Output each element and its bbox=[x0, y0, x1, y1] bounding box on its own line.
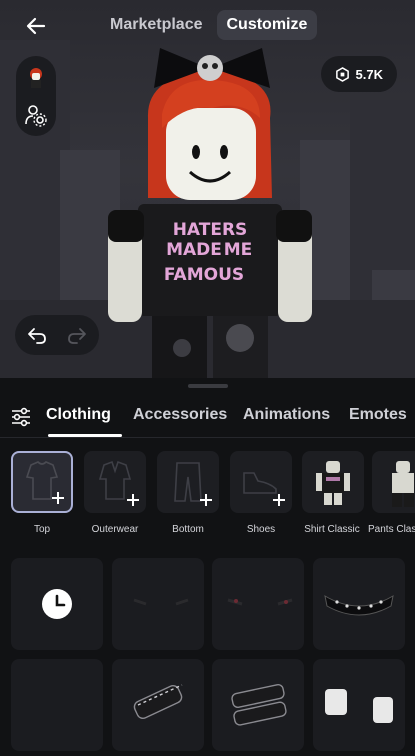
redo-button[interactable] bbox=[65, 323, 89, 347]
robux-balance: 5.7K bbox=[355, 66, 383, 82]
subcategory-top[interactable] bbox=[11, 451, 73, 513]
subcategory-label: Outerwear bbox=[91, 524, 139, 535]
avatar-thumbnail-button[interactable] bbox=[24, 66, 48, 90]
subcategory-label: Bottom bbox=[172, 524, 204, 535]
category-tab-bar: Clothing Accessories Animations Emotes bbox=[0, 404, 415, 434]
shirt-text-line: HATERS bbox=[173, 220, 248, 240]
add-icon bbox=[127, 494, 139, 506]
category-tab-clothing[interactable]: Clothing bbox=[46, 406, 111, 424]
avatar-left-sleeve bbox=[108, 210, 144, 242]
drag-handle[interactable] bbox=[188, 384, 228, 388]
subcategory-label: Shoes bbox=[246, 524, 276, 535]
recent-items-card[interactable] bbox=[11, 558, 103, 650]
avatar-settings-icon bbox=[25, 105, 47, 127]
undo-button[interactable] bbox=[25, 323, 49, 347]
add-icon bbox=[273, 494, 285, 506]
robux-balance-button[interactable]: 5.7K bbox=[320, 56, 397, 92]
subcategory-bottom[interactable] bbox=[157, 451, 219, 513]
item-card[interactable] bbox=[313, 659, 405, 751]
tab-customize[interactable]: Customize bbox=[216, 10, 318, 40]
avatar-skull-eye bbox=[202, 63, 208, 69]
item-thumbnail bbox=[231, 683, 287, 726]
avatar-preview-scene[interactable]: HATERS MADE ME FAMOUS Marketplace Custom… bbox=[0, 0, 415, 378]
subcategory-shoes[interactable] bbox=[230, 451, 292, 513]
clock-icon bbox=[42, 589, 72, 619]
category-tab-animations[interactable]: Animations bbox=[243, 406, 330, 424]
top-tab-bar: Marketplace Customize bbox=[100, 10, 318, 40]
category-tab-accessories[interactable]: Accessories bbox=[133, 406, 227, 424]
subcategory-label: Pants Classic bbox=[368, 524, 415, 535]
undo-icon bbox=[28, 328, 46, 344]
avatar-figure: HATERS MADE ME FAMOUS bbox=[108, 48, 312, 378]
item-thumbnail bbox=[133, 684, 183, 720]
avatar-settings-button[interactable] bbox=[24, 104, 48, 128]
subcategory-outerwear[interactable] bbox=[84, 451, 146, 513]
avatar-skull-eye bbox=[212, 63, 218, 69]
item-card[interactable] bbox=[112, 659, 204, 751]
tab-marketplace[interactable]: Marketplace bbox=[100, 10, 213, 40]
item-card[interactable] bbox=[112, 558, 204, 650]
customize-panel: Clothing Accessories Animations Emotes T… bbox=[0, 378, 415, 751]
add-icon bbox=[200, 494, 212, 506]
item-card[interactable] bbox=[212, 558, 304, 650]
avatar-eye bbox=[220, 145, 228, 159]
back-button[interactable] bbox=[22, 12, 50, 40]
shirt-text-line: MADE bbox=[166, 240, 222, 260]
category-tab-emotes[interactable]: Emotes bbox=[349, 406, 407, 424]
back-arrow-icon bbox=[26, 17, 46, 35]
subcategory-pants-classic[interactable] bbox=[372, 451, 415, 513]
add-icon bbox=[52, 492, 64, 504]
item-card[interactable] bbox=[11, 659, 103, 751]
avatar-side-menu bbox=[16, 56, 56, 136]
undo-redo-controls bbox=[15, 315, 99, 355]
item-card[interactable] bbox=[212, 659, 304, 751]
item-thumbnail bbox=[133, 598, 189, 606]
item-thumbnail bbox=[324, 595, 394, 616]
classic-pants-thumbnail bbox=[392, 461, 414, 507]
robux-icon bbox=[335, 66, 349, 82]
divider bbox=[0, 437, 415, 438]
pants-pattern bbox=[226, 324, 254, 352]
item-card[interactable] bbox=[313, 558, 405, 650]
item-thumbnail bbox=[227, 598, 293, 606]
avatar-eye bbox=[192, 145, 200, 159]
classic-shirt-thumbnail bbox=[316, 461, 350, 505]
filter-sliders-icon[interactable] bbox=[10, 406, 32, 428]
subcategory-label: Top bbox=[33, 524, 51, 535]
pants-pattern bbox=[173, 339, 191, 357]
avatar-right-sleeve bbox=[276, 210, 312, 242]
avatar-thumbnail-icon bbox=[30, 68, 42, 88]
subcategory-label: Shirt Classic bbox=[304, 524, 360, 535]
shirt-text-line: FAMOUS bbox=[164, 265, 244, 285]
redo-icon bbox=[68, 328, 86, 344]
item-thumbnail bbox=[325, 689, 393, 723]
avatar-head bbox=[166, 108, 256, 200]
shirt-text-line: ME bbox=[224, 240, 253, 260]
subcategory-shirt-classic[interactable] bbox=[302, 451, 364, 513]
avatar-skull bbox=[197, 55, 223, 81]
